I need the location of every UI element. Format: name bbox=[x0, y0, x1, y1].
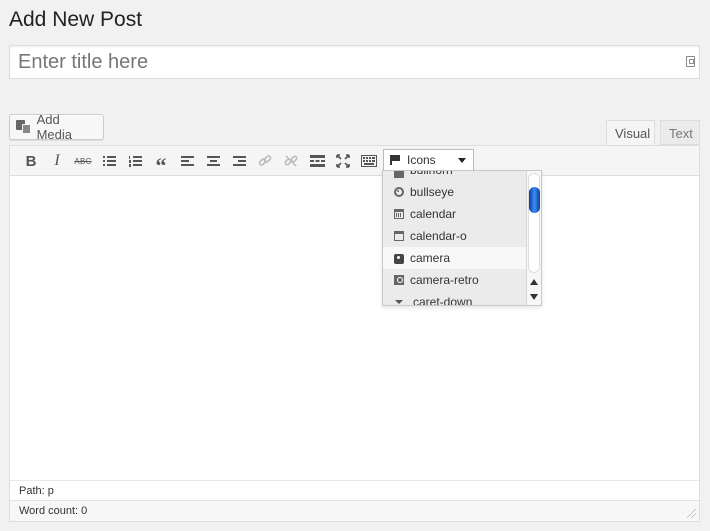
numbered-list-icon bbox=[128, 155, 142, 167]
calendar-o-icon bbox=[394, 231, 404, 241]
align-left-button[interactable] bbox=[176, 150, 198, 172]
icons-dropdown: bullhorn bullseye calendar calendar-o ca… bbox=[382, 170, 542, 306]
add-media-button[interactable]: Add Media bbox=[9, 112, 104, 142]
media-icon bbox=[16, 120, 32, 134]
toolbar-toggle-button[interactable] bbox=[358, 150, 380, 172]
fullscreen-button[interactable] bbox=[332, 150, 354, 172]
insert-link-button[interactable] bbox=[254, 150, 276, 172]
read-more-icon bbox=[309, 155, 325, 167]
keyboard-icon bbox=[361, 155, 377, 167]
scroll-up-arrow-icon[interactable] bbox=[530, 279, 538, 285]
editor-path: Path: p bbox=[10, 480, 699, 500]
unlink-icon bbox=[284, 155, 298, 167]
scrollbar-thumb[interactable] bbox=[529, 187, 540, 213]
page-title: Add New Post bbox=[9, 8, 143, 31]
numbered-list-button[interactable] bbox=[124, 150, 146, 172]
align-right-button[interactable] bbox=[228, 150, 250, 172]
fullscreen-icon bbox=[336, 154, 350, 168]
word-count-label: Word count: 0 bbox=[19, 505, 88, 517]
dropdown-item-label: bullhorn bbox=[410, 170, 453, 177]
dropdown-item-label: camera bbox=[410, 251, 451, 265]
icons-select[interactable]: Icons bbox=[383, 149, 474, 171]
bullet-list-button[interactable] bbox=[98, 150, 120, 172]
title-field-container bbox=[9, 45, 700, 79]
dropdown-scrollbar[interactable] bbox=[526, 171, 541, 305]
add-media-label: Add Media bbox=[36, 112, 72, 142]
field-lock-icon bbox=[686, 56, 695, 67]
dropdown-item-camera-retro[interactable]: camera-retro bbox=[383, 269, 527, 291]
camera-retro-icon bbox=[394, 275, 404, 285]
word-count: Word count: 0 bbox=[10, 500, 699, 521]
dropdown-item-caret-down[interactable]: caret-down bbox=[383, 291, 527, 306]
strikethrough-button[interactable]: ABC bbox=[72, 150, 94, 172]
bullhorn-icon bbox=[394, 171, 404, 178]
resize-handle-icon[interactable] bbox=[687, 509, 696, 518]
dropdown-item-label: caret-down bbox=[413, 295, 473, 306]
align-right-icon bbox=[232, 155, 246, 167]
caret-down-icon bbox=[395, 300, 403, 304]
dropdown-item-bullseye[interactable]: bullseye bbox=[383, 181, 527, 203]
caret-down-icon bbox=[458, 158, 466, 163]
camera-icon bbox=[394, 253, 404, 264]
align-center-icon bbox=[206, 155, 220, 167]
tab-text[interactable]: Text bbox=[660, 120, 700, 145]
bullet-list-icon bbox=[102, 155, 116, 167]
icons-select-label: Icons bbox=[407, 153, 436, 167]
editor-toolbar: B I ABC “ Icons bbox=[10, 146, 699, 177]
align-left-icon bbox=[180, 155, 194, 167]
scroll-down-arrow-icon[interactable] bbox=[530, 294, 538, 300]
post-editor: B I ABC “ Icons Path: p Word count: 0 bbox=[9, 145, 700, 522]
icons-dropdown-list: bullhorn bullseye calendar calendar-o ca… bbox=[383, 170, 527, 306]
calendar-icon bbox=[394, 209, 404, 219]
blockquote-icon: “ bbox=[155, 153, 167, 178]
flag-icon bbox=[390, 155, 401, 165]
dropdown-item-bullhorn[interactable]: bullhorn bbox=[383, 170, 527, 181]
dropdown-item-label: bullseye bbox=[410, 185, 455, 199]
blockquote-button[interactable]: “ bbox=[150, 150, 172, 177]
dropdown-item-label: calendar-o bbox=[410, 229, 467, 243]
link-icon bbox=[258, 155, 272, 166]
dropdown-item-camera[interactable]: camera bbox=[383, 247, 527, 269]
dropdown-item-calendar[interactable]: calendar bbox=[383, 203, 527, 225]
post-title-input[interactable] bbox=[10, 46, 670, 78]
unlink-button[interactable] bbox=[280, 150, 302, 172]
dropdown-item-label: camera-retro bbox=[410, 273, 479, 287]
italic-button[interactable]: I bbox=[46, 150, 68, 172]
dropdown-item-label: calendar bbox=[410, 207, 457, 221]
align-center-button[interactable] bbox=[202, 150, 224, 172]
bold-button[interactable]: B bbox=[20, 150, 42, 172]
dropdown-item-calendar-o[interactable]: calendar-o bbox=[383, 225, 527, 247]
tab-visual[interactable]: Visual bbox=[606, 120, 655, 145]
bullseye-icon bbox=[394, 187, 404, 197]
read-more-button[interactable] bbox=[306, 150, 328, 172]
